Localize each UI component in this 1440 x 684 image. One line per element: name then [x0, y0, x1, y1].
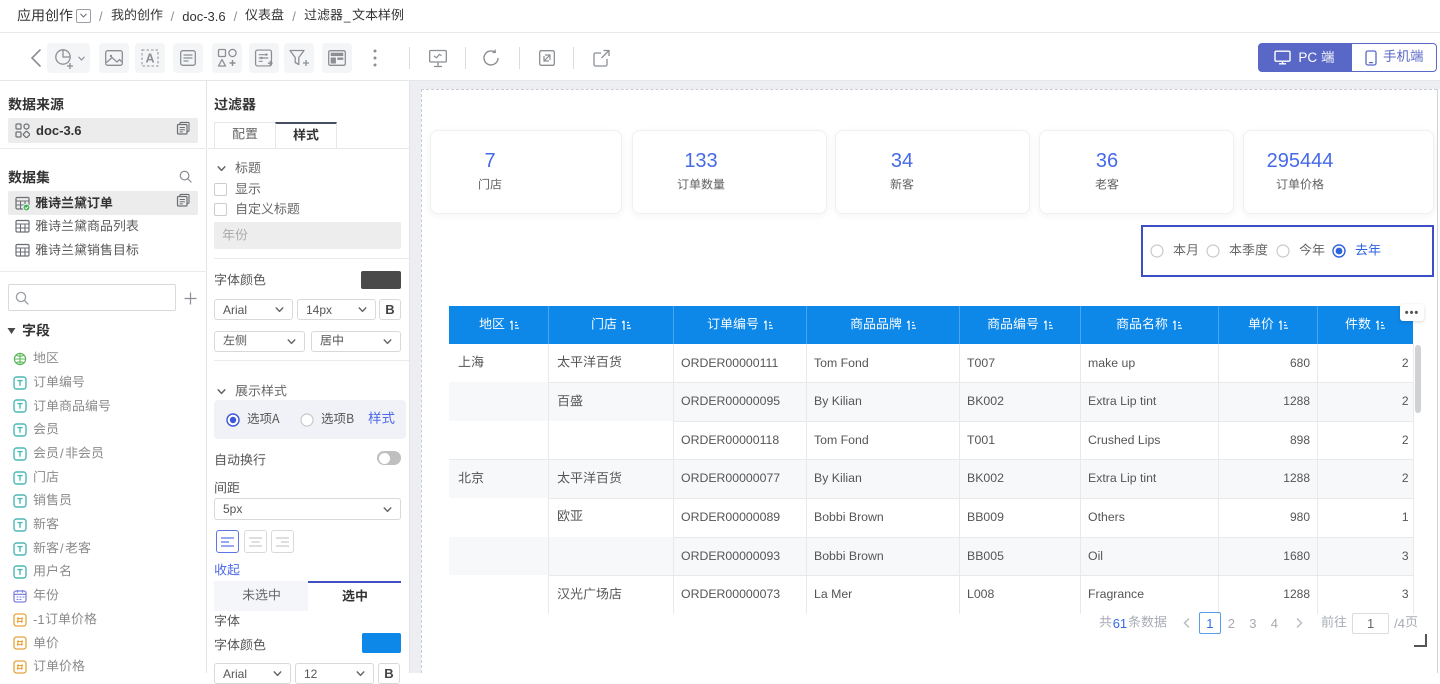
svg-text:A: A — [145, 52, 154, 66]
